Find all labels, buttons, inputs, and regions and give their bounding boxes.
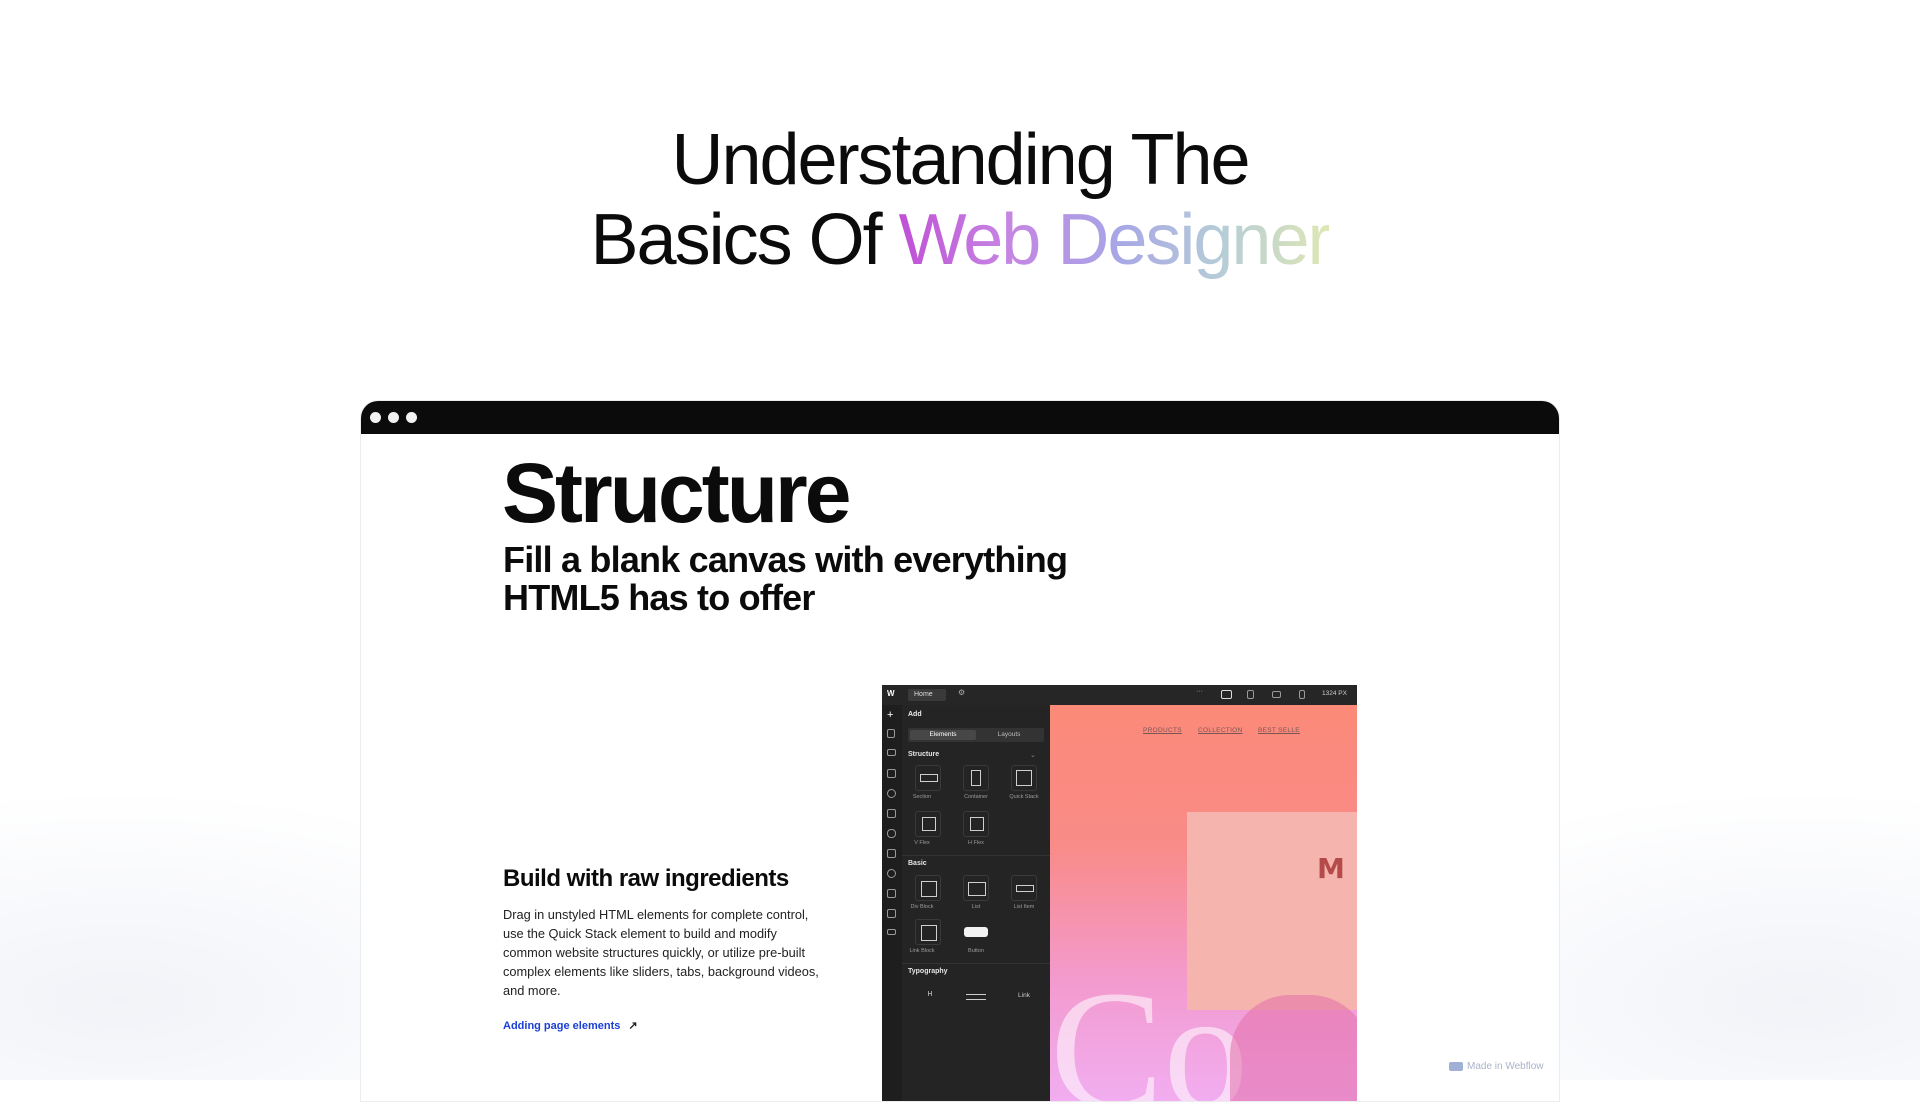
hero-heading: Understanding The Basics Of Web Designer (0, 120, 1920, 280)
cms-icon[interactable] (887, 829, 896, 838)
chevron-down-icon[interactable]: ⌄ (1030, 751, 1036, 759)
list-item-icon (1016, 885, 1034, 892)
link-label: Adding page elements (503, 1020, 621, 1032)
desktop-breakpoint-icon[interactable] (1221, 690, 1232, 699)
designer-screenshot: W Home ⚙ ··· 1324 PX + Add Elements Layo… (882, 685, 1357, 1102)
tab-layouts[interactable]: Layouts (976, 730, 1042, 740)
made-in-label: Made in Webflow (1467, 1061, 1544, 1072)
designer-topbar: W Home ⚙ ··· 1324 PX (882, 685, 1357, 706)
link-block-element[interactable] (915, 919, 941, 945)
section-label: Section (912, 794, 932, 800)
webflow-logo-icon (1449, 1061, 1463, 1071)
v-flex-icon (922, 817, 936, 831)
window-dot-icon (370, 412, 381, 423)
link-block-icon (921, 925, 937, 941)
designer-canvas[interactable]: PRODUCTS COLLECTION BEST SELLE M Co (1050, 705, 1357, 1102)
button-label: Button (968, 948, 984, 954)
made-in-webflow-badge[interactable]: Made in Webflow (1449, 1061, 1544, 1072)
hero-line-1: Understanding The (671, 120, 1250, 200)
quick-stack-label: Quick Stack (1009, 794, 1039, 800)
adding-page-elements-link[interactable]: Adding page elements ↗ (503, 1019, 638, 1032)
canvas-width: 1324 PX (1322, 690, 1347, 697)
browser-window: Structure Fill a blank canvas with every… (360, 400, 1560, 1102)
variables-icon[interactable] (887, 789, 896, 798)
canvas-nav-collection: COLLECTION (1198, 727, 1243, 734)
settings-icon[interactable]: ⚙ (958, 688, 965, 697)
activity-icon[interactable] (887, 929, 896, 935)
users-icon[interactable] (887, 869, 896, 878)
container-label: Container (964, 794, 988, 800)
navigator-icon[interactable] (887, 749, 896, 756)
add-panel-title: Add (908, 711, 922, 718)
basic-section-head[interactable]: Basic (908, 860, 927, 867)
pages-icon[interactable] (887, 729, 895, 738)
mobile-breakpoint-icon[interactable] (1299, 690, 1305, 699)
list-item-label: List Item (1013, 904, 1035, 910)
divider (902, 963, 1050, 964)
canvas-poster-letter: M (1317, 852, 1345, 885)
external-arrow-icon: ↗ (628, 1020, 638, 1032)
container-icon (971, 770, 981, 786)
heading-element[interactable]: H (910, 991, 950, 998)
apps-icon[interactable] (887, 909, 896, 918)
list-icon (968, 882, 986, 896)
tablet-breakpoint-icon[interactable] (1247, 690, 1254, 699)
landscape-breakpoint-icon[interactable] (1272, 691, 1281, 698)
list-element[interactable] (963, 875, 989, 901)
canvas-nav-products: PRODUCTS (1143, 727, 1182, 734)
structure-subtitle: Fill a blank canvas with everything HTML… (503, 539, 1068, 618)
styles-icon[interactable] (887, 809, 896, 818)
quick-stack-icon (1016, 770, 1032, 786)
h-flex-label: H Flex (968, 840, 984, 846)
section-icon (920, 774, 938, 782)
canvas-chair-image (1230, 995, 1357, 1101)
tab-elements[interactable]: Elements (910, 730, 976, 740)
page-selector[interactable]: Home (908, 689, 946, 701)
container-element[interactable] (963, 765, 989, 791)
div-block-element[interactable] (915, 875, 941, 901)
structure-title: Structure (502, 446, 851, 540)
div-block-label: Div Block (910, 904, 934, 910)
v-flex-label: V Flex (914, 840, 930, 846)
typography-section-head[interactable]: Typography (908, 968, 948, 975)
structure-section-head[interactable]: Structure (908, 751, 939, 758)
h-flex-element[interactable] (963, 811, 989, 837)
components-icon[interactable] (887, 769, 896, 778)
add-panel-icon[interactable]: + (887, 709, 893, 721)
webflow-logo-icon: W (887, 689, 895, 698)
hero-line-2-plain: Basics Of (590, 200, 899, 280)
hero-line-2: Basics Of Web Designer (0, 200, 1920, 280)
paragraph-element[interactable] (963, 985, 989, 1011)
text-link-element[interactable]: Link (1004, 992, 1044, 999)
add-panel: Add Elements Layouts Structure ⌄ Section… (902, 705, 1050, 1101)
section-element[interactable] (915, 765, 941, 791)
window-dot-icon (406, 412, 417, 423)
designer-left-rail: + (882, 705, 903, 1101)
build-description: Drag in unstyled HTML elements for compl… (503, 907, 819, 998)
browser-topbar (361, 401, 1559, 434)
build-title: Build with raw ingredients (503, 865, 789, 892)
button-element[interactable] (963, 919, 989, 945)
quick-stack-element[interactable] (1011, 765, 1037, 791)
button-icon (964, 927, 988, 937)
list-item-element[interactable] (1011, 875, 1037, 901)
hero-line-2-gradient: Web Designer (898, 200, 1332, 280)
window-dot-icon (388, 412, 399, 423)
list-label: List (971, 904, 981, 910)
add-panel-tabs: Elements Layouts (908, 728, 1044, 742)
more-icon[interactable]: ··· (1196, 688, 1203, 695)
logic-icon[interactable] (887, 849, 896, 858)
paragraph-icon (966, 994, 986, 1000)
h-flex-icon (970, 817, 984, 831)
canvas-nav-best-sellers: BEST SELLE (1258, 727, 1300, 734)
div-block-icon (921, 881, 937, 897)
ecommerce-icon[interactable] (887, 889, 896, 898)
v-flex-element[interactable] (915, 811, 941, 837)
link-block-label: Link Block (909, 948, 935, 954)
page-label: Home (914, 691, 933, 698)
canvas-big-text: Co (1050, 956, 1249, 1102)
divider (902, 855, 1050, 856)
